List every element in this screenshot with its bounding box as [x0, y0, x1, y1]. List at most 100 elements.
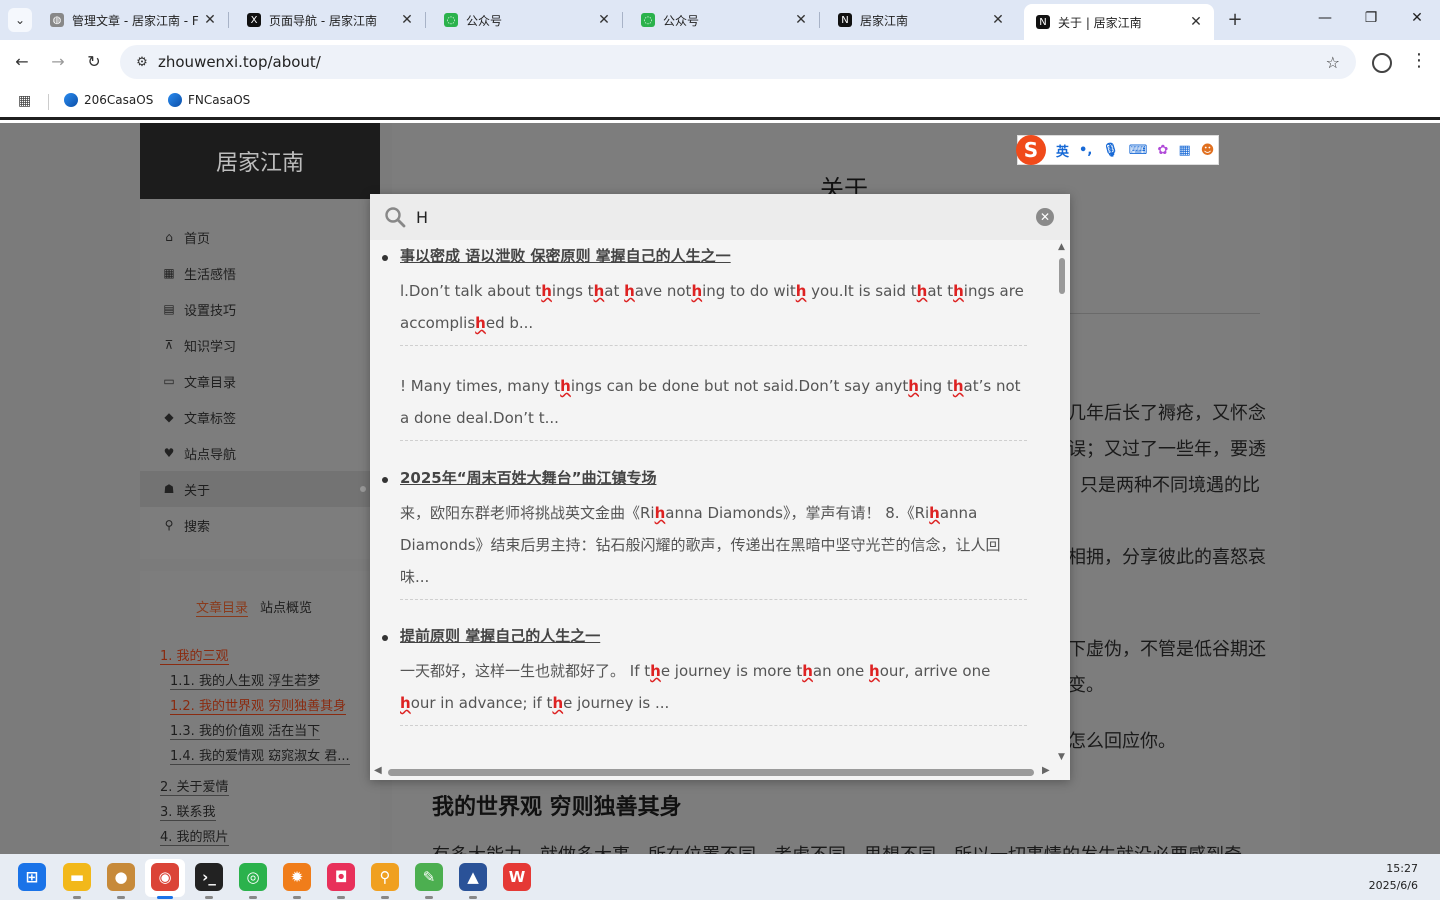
tab-toc[interactable]: 文章目录: [196, 597, 249, 617]
chrome-icon[interactable]: ◉: [151, 863, 179, 891]
profile-icon[interactable]: [1372, 53, 1392, 73]
terminal-icon[interactable]: ›_: [195, 863, 223, 891]
calendar-icon: ▤: [163, 302, 175, 316]
toc-item[interactable]: 1.4. 我的爱情观 窈窕淑女 君...: [170, 745, 350, 765]
acorn-icon[interactable]: ●: [107, 863, 135, 891]
toc-item[interactable]: 1. 我的三观: [160, 645, 229, 665]
horizontal-scrollbar[interactable]: ◀ ▶: [370, 765, 1054, 778]
notepad-icon[interactable]: ✎: [415, 863, 443, 891]
tab-close-icon[interactable]: ✕: [596, 12, 612, 28]
sidebar-item-1[interactable]: ▦ 生活感悟: [140, 255, 380, 291]
sidebar-item-2[interactable]: ▤ 设置技巧: [140, 291, 380, 327]
scroll-thumb[interactable]: [1059, 258, 1065, 294]
ime-toolbar[interactable]: S 英 •, 🎙 ⌨ ✿ ▦ ☻: [1016, 135, 1219, 165]
sidebar-item-4[interactable]: ▭ 文章目录: [140, 363, 380, 399]
wps-icon[interactable]: W: [503, 863, 531, 891]
url-text[interactable]: zhouwenxi.top/about/: [158, 53, 321, 71]
bookmark-206casaos[interactable]: 206CasaOS: [64, 93, 153, 107]
toolbox-icon[interactable]: ▦: [1178, 143, 1190, 158]
toc-item[interactable]: 1.2. 我的世界观 穷则独善其身: [170, 695, 347, 715]
system-clock[interactable]: 15:27 2025/6/6: [1369, 860, 1418, 894]
back-icon[interactable]: ←: [11, 51, 33, 73]
tab-close-icon[interactable]: ✕: [990, 12, 1006, 28]
article-text: 误；又过了一些年，要透: [1068, 439, 1266, 460]
scroll-up-icon[interactable]: ▲: [1058, 242, 1065, 252]
close-icon[interactable]: ✕: [1036, 208, 1054, 226]
article-text: 相拥，分享彼此的喜怒哀: [1068, 547, 1266, 568]
toc-panel: 文章目录 站点概览 1. 我的三观 1.1. 我的人生观 浮生若梦 1.2. 我的世…: [140, 571, 380, 854]
sidebar-item-6[interactable]: ♥ 站点导航: [140, 435, 380, 471]
close-window-button[interactable]: ✕: [1407, 10, 1427, 26]
tab-close-icon[interactable]: ✕: [202, 12, 218, 28]
tab-overview[interactable]: 站点概览: [260, 597, 312, 617]
restore-button[interactable]: ❐: [1361, 10, 1381, 26]
wechat-icon[interactable]: ◎: [239, 863, 267, 891]
more-menu-icon[interactable]: ⋮: [1410, 50, 1428, 71]
tab-1[interactable]: X 页面导航 - 居家江南 ✕: [235, 6, 426, 34]
pinwheel-icon[interactable]: ✹: [283, 863, 311, 891]
scroll-left-icon[interactable]: ◀: [374, 765, 382, 776]
search-result-snippet[interactable]: ! Many times, many things can be done bu…: [400, 370, 1027, 441]
search-result-snippet[interactable]: 来，欧阳东群老师将挑战英文金曲《Rihanna Diamonds》，掌声有请！ …: [400, 497, 1027, 600]
punct-icon[interactable]: •,: [1079, 143, 1092, 158]
search-result-snippet[interactable]: 一天都好，这样一生也就都好了。 If the journey is more t…: [400, 655, 1027, 726]
toc-item[interactable]: 3. 联系我: [160, 801, 216, 821]
sidebar-item-8[interactable]: ⚲ 搜索: [140, 507, 380, 543]
sidebar-item-3[interactable]: ⊼ 知识学习: [140, 327, 380, 363]
article-text: 下虚伪，不管是低谷期还: [1068, 639, 1266, 660]
skin-icon[interactable]: ✿: [1158, 143, 1169, 158]
site-title[interactable]: 居家江南: [140, 123, 380, 199]
tab-close-icon[interactable]: ✕: [399, 12, 415, 28]
search-tool-icon[interactable]: ⚲: [371, 863, 399, 891]
toc-item[interactable]: 4. 我的照片: [160, 826, 229, 846]
scroll-thumb[interactable]: [388, 769, 1034, 776]
sidebar-item-label: 首页: [184, 231, 211, 247]
toc-item[interactable]: 2. 关于爱情: [160, 776, 229, 796]
new-tab-button[interactable]: +: [1225, 10, 1245, 30]
tab-3[interactable]: ◌ 公众号 ✕: [629, 6, 820, 34]
toc-item[interactable]: 1.1. 我的人生观 浮生若梦: [170, 670, 321, 690]
sidebar-item-7[interactable]: ☗ 关于: [140, 471, 380, 507]
tab-4[interactable]: N 居家江南 ✕: [826, 6, 1016, 34]
reload-icon[interactable]: ↻: [83, 51, 105, 73]
mic-icon[interactable]: 🎙: [1102, 143, 1119, 158]
scroll-right-icon[interactable]: ▶: [1042, 765, 1050, 776]
tab-close-icon[interactable]: ✕: [1188, 14, 1204, 30]
bookmark-fncasaos[interactable]: FNCasaOS: [168, 93, 250, 107]
toc-item[interactable]: 1.3. 我的价值观 活在当下: [170, 720, 321, 740]
tab-5[interactable]: N 关于 | 居家江南 ✕: [1024, 4, 1214, 40]
sitemap-icon: ⊼: [164, 338, 174, 352]
bookmarks-bar: ▦ 206CasaOS FNCasaOS: [0, 84, 1440, 120]
keyboard-icon[interactable]: ⌨: [1129, 143, 1148, 158]
sidebar-item-0[interactable]: ⌂ 首页: [140, 219, 380, 255]
tab-2[interactable]: ◌ 公众号 ✕: [432, 6, 623, 34]
apps-grid-icon[interactable]: ▦: [18, 93, 31, 109]
archive-icon: ▭: [163, 374, 175, 388]
bookmark-star-icon[interactable]: ☆: [1326, 53, 1340, 72]
ime-mode[interactable]: 英: [1056, 141, 1069, 160]
running-indicator: [205, 896, 213, 899]
minimize-button[interactable]: —: [1315, 10, 1335, 26]
app-store-icon[interactable]: ◘: [327, 863, 355, 891]
address-bar[interactable]: ⚙ zhouwenxi.top/about/ ☆: [120, 45, 1356, 79]
vertical-scrollbar[interactable]: ▲ ▼: [1056, 242, 1068, 764]
tab-close-icon[interactable]: ✕: [793, 12, 809, 28]
file-explorer-icon[interactable]: ▬: [63, 863, 91, 891]
search-input[interactable]: [416, 204, 1016, 230]
search-result-title[interactable]: 2025年“周末百姓大舞台”曲江镇专场: [400, 468, 1027, 489]
tab-0[interactable]: ◍ 管理文章 - 居家江南 - F ✕: [38, 6, 229, 34]
site-info-icon[interactable]: ⚙: [130, 55, 154, 70]
mascot-icon[interactable]: ☻: [1201, 143, 1215, 158]
scroll-down-icon[interactable]: ▼: [1058, 752, 1065, 762]
tags-icon: ◆: [164, 410, 174, 424]
sogou-logo-icon[interactable]: S: [1016, 135, 1046, 165]
sidebar-item-5[interactable]: ◆ 文章标签: [140, 399, 380, 435]
mountain-icon[interactable]: ▲: [459, 863, 487, 891]
search-result-snippet[interactable]: l.Don’t talk about things that have noth…: [400, 275, 1027, 346]
start-icon[interactable]: ⊞: [18, 863, 46, 891]
search-result-title[interactable]: 提前原则 掌握自己的人生之一: [400, 626, 1027, 647]
n-logo-icon: N: [838, 13, 852, 27]
tab-search-button[interactable]: ⌄: [8, 8, 32, 32]
forward-icon[interactable]: →: [47, 51, 69, 73]
search-result-title[interactable]: 事以密成 语以泄败 保密原则 掌握自己的人生之一: [400, 246, 1027, 267]
